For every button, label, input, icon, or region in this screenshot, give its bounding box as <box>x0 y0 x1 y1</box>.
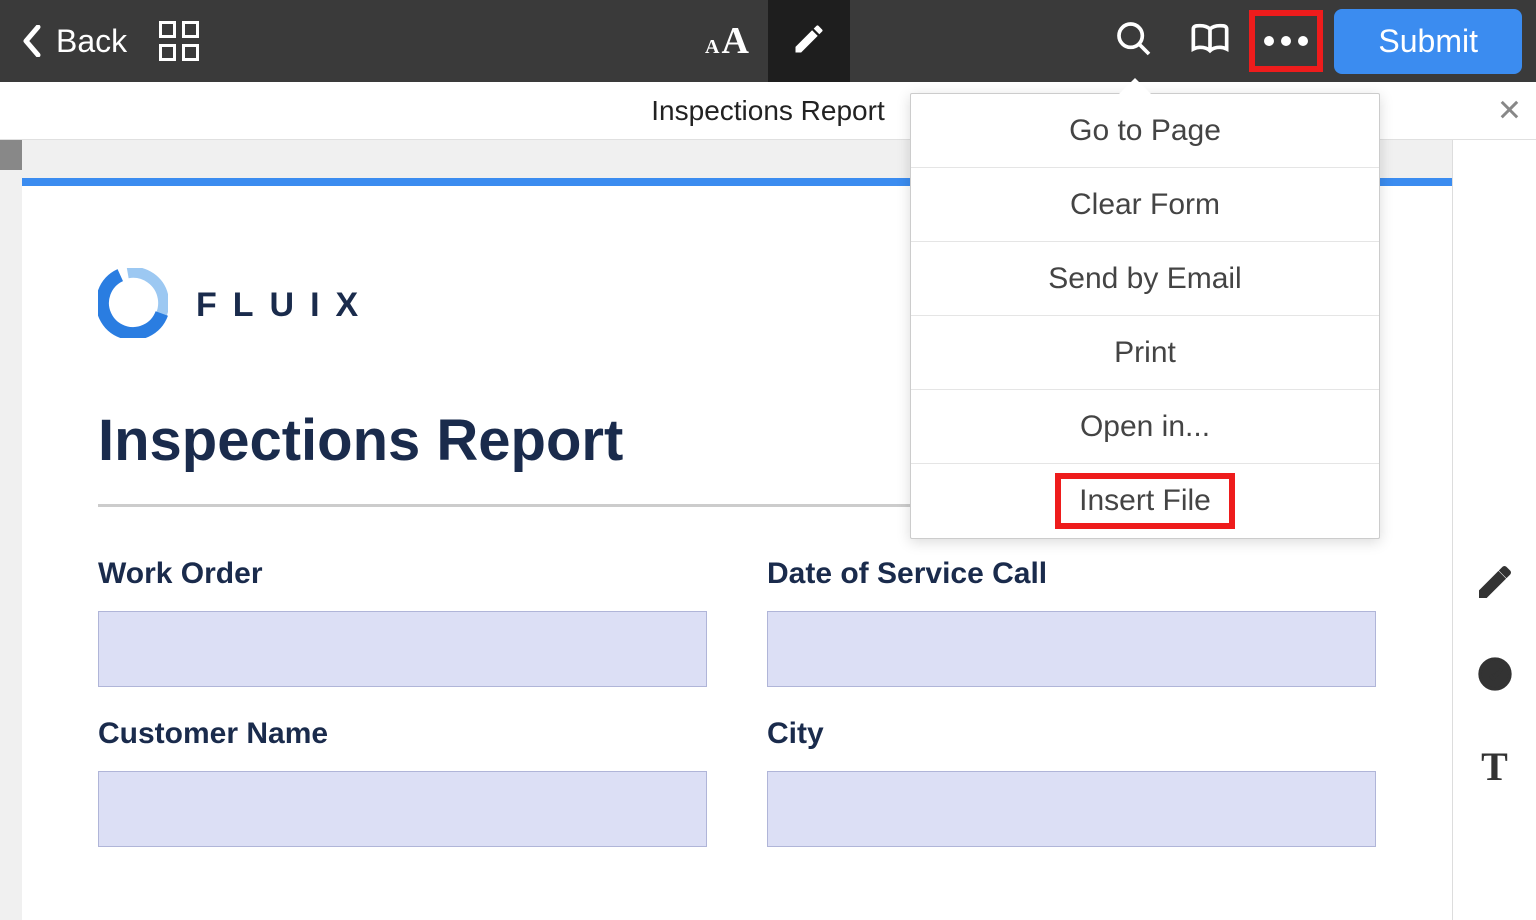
menu-print[interactable]: Print <box>911 316 1379 390</box>
document-title: Inspections Report <box>651 95 884 127</box>
text-size-button[interactable]: AA <box>686 0 768 82</box>
chevron-left-icon <box>22 25 42 57</box>
page-thumbnail-tab[interactable] <box>0 140 22 170</box>
customer-name-label: Customer Name <box>98 717 707 751</box>
date-of-service-field: Date of Service Call <box>767 557 1376 687</box>
city-input[interactable] <box>767 771 1376 847</box>
more-options-button[interactable] <box>1248 0 1324 82</box>
work-order-label: Work Order <box>98 557 707 591</box>
menu-insert-file[interactable]: Insert File <box>911 464 1379 538</box>
back-button[interactable]: Back <box>12 23 137 60</box>
topbar: Back AA <box>0 0 1536 82</box>
annotation-toolbar: T <box>1452 140 1536 920</box>
text-tool[interactable]: T <box>1473 744 1517 788</box>
pen-icon <box>1475 562 1515 602</box>
city-label: City <box>767 717 1376 751</box>
more-icon <box>1264 36 1308 46</box>
grid-view-button[interactable] <box>159 21 199 61</box>
search-button[interactable] <box>1096 0 1172 82</box>
bookmarks-button[interactable] <box>1172 0 1248 82</box>
submit-button[interactable]: Submit <box>1334 9 1522 74</box>
edit-button[interactable] <box>768 0 850 82</box>
fluix-logo-icon <box>98 268 168 343</box>
customer-name-input[interactable] <box>98 771 707 847</box>
date-of-service-label: Date of Service Call <box>767 557 1376 591</box>
pencil-icon <box>791 21 827 62</box>
menu-clear-form[interactable]: Clear Form <box>911 168 1379 242</box>
work-order-field: Work Order <box>98 557 707 687</box>
menu-open-in[interactable]: Open in... <box>911 390 1379 464</box>
back-label: Back <box>56 23 127 60</box>
text-size-icon: AA <box>705 19 749 63</box>
menu-send-by-email[interactable]: Send by Email <box>911 242 1379 316</box>
date-of-service-input[interactable] <box>767 611 1376 687</box>
close-button[interactable]: ✕ <box>1497 93 1522 128</box>
work-order-input[interactable] <box>98 611 707 687</box>
menu-go-to-page[interactable]: Go to Page <box>911 94 1379 168</box>
stamp-icon <box>1475 654 1515 694</box>
search-icon <box>1114 19 1154 64</box>
book-icon <box>1190 19 1230 64</box>
menu-insert-file-label: Insert File <box>1079 484 1211 518</box>
more-options-menu: Go to Page Clear Form Send by Email Prin… <box>910 93 1380 539</box>
pen-tool[interactable] <box>1473 560 1517 604</box>
stamp-tool[interactable] <box>1473 652 1517 696</box>
text-icon: T <box>1481 743 1508 790</box>
brand-name: FLUIX <box>196 286 374 325</box>
customer-name-field: Customer Name <box>98 717 707 847</box>
city-field: City <box>767 717 1376 847</box>
